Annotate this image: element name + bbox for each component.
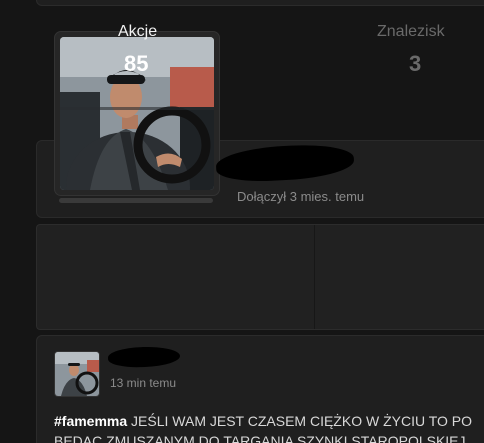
joined-date: Dołączył 3 mies. temu [237, 189, 365, 204]
post-body[interactable]: #famemma JEŚLI WAM JEST CZASEM CIĘŻKO W … [54, 411, 484, 443]
stats-card [36, 224, 484, 330]
avatar-underbar [59, 198, 213, 203]
stats-divider [314, 225, 315, 329]
post-line-1-text: JEŚLI WAM JEST CZASEM CIĘŻKO W ŻYCIU TO … [127, 413, 473, 429]
post-timestamp: 13 min temu [110, 376, 177, 390]
post-line-2: BĘDĄC ZMUSZANYM DO TARGANIA SZYNKI STARO… [54, 433, 466, 443]
post-author-avatar[interactable] [54, 351, 100, 397]
stat-findings-label[interactable]: Znalezisk [377, 23, 445, 41]
stat-actions-label[interactable]: Akcje [118, 23, 157, 41]
post-avatar-art [55, 352, 99, 396]
stat-actions-value[interactable]: 85 [124, 51, 148, 77]
stat-findings-value[interactable]: 3 [409, 51, 421, 77]
previous-card [36, 0, 484, 6]
post-hashtag[interactable]: #famemma [54, 413, 127, 429]
post-line-1: #famemma JEŚLI WAM JEST CZASEM CIĘŻKO W … [54, 411, 484, 431]
profile-page: Dołączył 3 mies. temu Akcje 85 Znalezisk… [0, 0, 484, 443]
